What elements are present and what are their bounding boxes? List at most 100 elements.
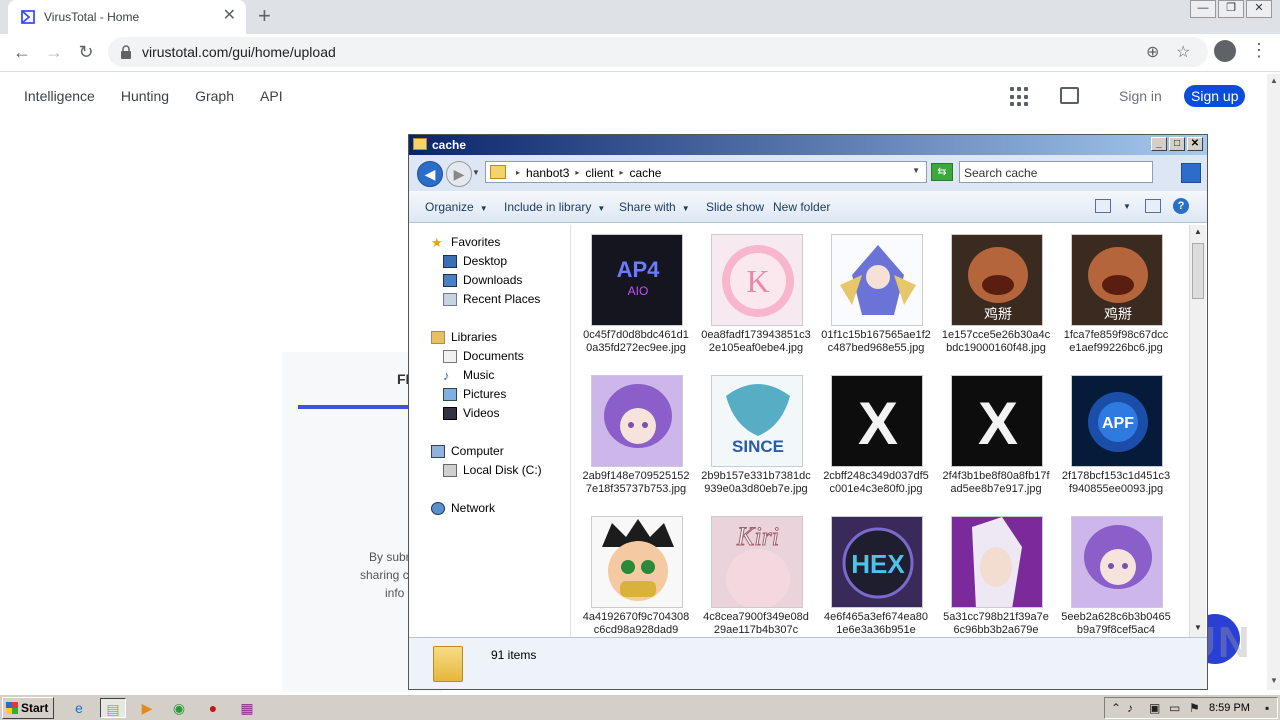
file-item[interactable]: 鸡掰 1fca7fe859f98c67dcce1aef99226bc6.jpg: [1061, 228, 1171, 369]
nav-network[interactable]: Network: [431, 499, 495, 517]
menu-kebab-icon[interactable]: ⋮: [1250, 40, 1268, 61]
preview-pane-icon[interactable]: [1145, 199, 1161, 213]
nav-label: Libraries: [451, 330, 498, 344]
explorer-back-icon[interactable]: ◀: [417, 161, 443, 187]
explorer-minimize-icon[interactable]: _: [1151, 137, 1167, 151]
tab-close-icon[interactable]: ✕: [223, 7, 236, 25]
vt-nav-graph[interactable]: Graph: [195, 88, 234, 104]
help-icon[interactable]: ?: [1173, 198, 1189, 214]
nav-libraries[interactable]: Libraries: [431, 328, 497, 346]
tray-expand-icon[interactable]: ⌃: [1111, 701, 1121, 715]
search-icon[interactable]: [1181, 163, 1201, 183]
media-player-icon[interactable]: ▶: [134, 698, 160, 718]
include-in-library-menu[interactable]: Include in library ▼: [504, 200, 605, 214]
explorer-maximize-icon[interactable]: □: [1169, 137, 1185, 151]
file-item[interactable]: 鸡掰 1e157cce5e26b30a4cbdc19000160f48.jpg: [941, 228, 1051, 369]
new-folder-button[interactable]: New folder: [773, 200, 830, 214]
forward-arrow-icon[interactable]: →: [42, 40, 66, 64]
winrar-icon[interactable]: ▦: [234, 698, 260, 718]
nav-desktop[interactable]: Desktop: [443, 252, 507, 270]
file-item[interactable]: X 2f4f3b1be8f80a8fb17fad5ee8b7e917.jpg: [941, 369, 1051, 510]
page-scrollbar[interactable]: ▲ ▼: [1267, 74, 1280, 690]
breadcrumb-separator-icon: ▸: [619, 168, 624, 177]
sign-up-button[interactable]: Sign up: [1184, 85, 1246, 107]
sign-in-link[interactable]: Sign in: [1119, 88, 1162, 104]
back-arrow-icon[interactable]: ←: [10, 40, 34, 64]
close-icon[interactable]: ✕: [1246, 0, 1272, 18]
file-item[interactable]: X 2cbff248c349d037df5c001e4c3e80f0.jpg: [821, 369, 931, 510]
share-with-menu[interactable]: Share with ▼: [619, 200, 690, 214]
organize-menu[interactable]: Organize ▼: [425, 200, 488, 214]
change-view-icon[interactable]: [1095, 199, 1111, 213]
refresh-icon[interactable]: ⇆: [931, 163, 953, 181]
volume-icon[interactable]: ♪: [1127, 701, 1133, 715]
file-item[interactable]: K 0ea8fadf173943851c32e105eaf0ebe4.jpg: [701, 228, 811, 369]
explorer-taskbar-icon[interactable]: ▤: [100, 698, 126, 718]
new-tab-icon[interactable]: +: [258, 4, 271, 28]
file-item[interactable]: 5a31cc798b21f39a7e6c96bb3b2a679e: [941, 510, 1051, 637]
file-item[interactable]: 01f1c15b167565ae1f2c487bed968e55.jpg: [821, 228, 931, 369]
battery-icon[interactable]: ▭: [1169, 701, 1180, 715]
address-bar[interactable]: virustotal.com/gui/home/upload ⊕ ☆: [108, 37, 1208, 67]
browser-tab[interactable]: VirusTotal - Home ✕: [8, 0, 246, 34]
apps-grid-icon[interactable]: [1010, 87, 1030, 107]
chat-icon[interactable]: [1060, 87, 1079, 104]
nav-recent-places[interactable]: Recent Places: [443, 290, 540, 308]
clock[interactable]: 8:59 PM: [1209, 702, 1250, 714]
file-item[interactable]: APF 2f178bcf153c1d451c3f940855ee0093.jpg: [1061, 369, 1171, 510]
scroll-up-icon[interactable]: ▲: [1194, 227, 1202, 236]
breadcrumb-hanbot3[interactable]: hanbot3: [526, 166, 569, 180]
path-dropdown-icon[interactable]: ▼: [912, 166, 920, 175]
file-item[interactable]: HEX 4e6f465a3ef674ea801e6e3a36b951e: [821, 510, 931, 637]
explorer-forward-icon[interactable]: ▶: [446, 161, 472, 187]
nav-local-disk[interactable]: Local Disk (C:): [443, 461, 542, 479]
vt-nav-intelligence[interactable]: Intelligence: [24, 88, 95, 104]
minimize-icon[interactable]: —: [1190, 0, 1216, 18]
scroll-down-icon[interactable]: ▼: [1194, 623, 1202, 632]
profile-avatar-icon[interactable]: [1214, 40, 1236, 62]
file-item[interactable]: AP4 AIO 0c45f7d0d8bdc461d10a35fd272ec9ee.…: [581, 228, 691, 369]
restore-icon[interactable]: ❐: [1218, 0, 1244, 18]
file-item[interactable]: SINCE 2b9b157e331b7381dc939e0a3d80eb7e.j…: [701, 369, 811, 510]
downloads-icon: [443, 273, 457, 287]
network-tray-icon[interactable]: ▣: [1149, 701, 1160, 715]
explorer-titlebar[interactable]: cache _ □ ✕: [409, 135, 1207, 155]
explorer-path-bar[interactable]: ▸ hanbot3 ▸ client ▸ cache ▼: [485, 161, 927, 183]
breadcrumb-cache[interactable]: cache: [629, 166, 661, 180]
screen: VirusTotal - Home ✕ + — ❐ ✕ ← → ↻ virust…: [0, 0, 1280, 720]
bookmark-star-icon[interactable]: ☆: [1176, 42, 1190, 62]
start-button[interactable]: Start: [2, 697, 54, 719]
explorer-scrollbar[interactable]: ▲ ▼: [1189, 225, 1206, 637]
explorer-close-icon[interactable]: ✕: [1187, 137, 1203, 151]
vt-nav-hunting[interactable]: Hunting: [121, 88, 169, 104]
scroll-up-icon[interactable]: ▲: [1270, 76, 1278, 85]
file-item[interactable]: Kiri 4c8cea7900f349e08d29ae117b4b307c: [701, 510, 811, 637]
nav-music[interactable]: ♪ Music: [443, 366, 494, 384]
reload-icon[interactable]: ↻: [74, 40, 98, 64]
nav-computer[interactable]: Computer: [431, 442, 504, 460]
add-site-icon[interactable]: ⊕: [1146, 42, 1159, 62]
file-item[interactable]: 5eeb2a628c6b3b0465b9a79f8cef5ac4: [1061, 510, 1171, 637]
chrome-icon[interactable]: ◉: [166, 698, 192, 718]
vt-nav-api[interactable]: API: [260, 88, 283, 104]
scroll-down-icon[interactable]: ▼: [1270, 676, 1278, 685]
nav-pictures[interactable]: Pictures: [443, 385, 506, 403]
file-item[interactable]: 2ab9f148e7095251527e18f35737b753.jpg: [581, 369, 691, 510]
nav-videos[interactable]: Videos: [443, 404, 499, 422]
svg-text:AIO: AIO: [628, 284, 649, 298]
file-item[interactable]: 4a4192670f9c704308c6cd98a928dad9: [581, 510, 691, 637]
explorer-search-input[interactable]: Search cache: [959, 161, 1153, 183]
nav-favorites[interactable]: ★ Favorites: [431, 233, 500, 251]
thumbnail-image: X: [831, 375, 923, 467]
nav-downloads[interactable]: Downloads: [443, 271, 522, 289]
breadcrumb-client[interactable]: client: [585, 166, 613, 180]
internet-explorer-icon[interactable]: e: [66, 698, 92, 718]
action-center-flag-icon[interactable]: ⚑: [1189, 701, 1200, 715]
nav-documents[interactable]: Documents: [443, 347, 524, 365]
opera-icon[interactable]: ●: [200, 698, 226, 718]
history-dropdown-icon[interactable]: ▼: [472, 168, 480, 177]
view-dropdown-icon[interactable]: ▼: [1123, 202, 1131, 211]
slide-show-button[interactable]: Slide show: [706, 200, 764, 214]
scrollbar-thumb[interactable]: [1192, 243, 1204, 299]
show-desktop-icon[interactable]: ▪: [1265, 701, 1269, 715]
